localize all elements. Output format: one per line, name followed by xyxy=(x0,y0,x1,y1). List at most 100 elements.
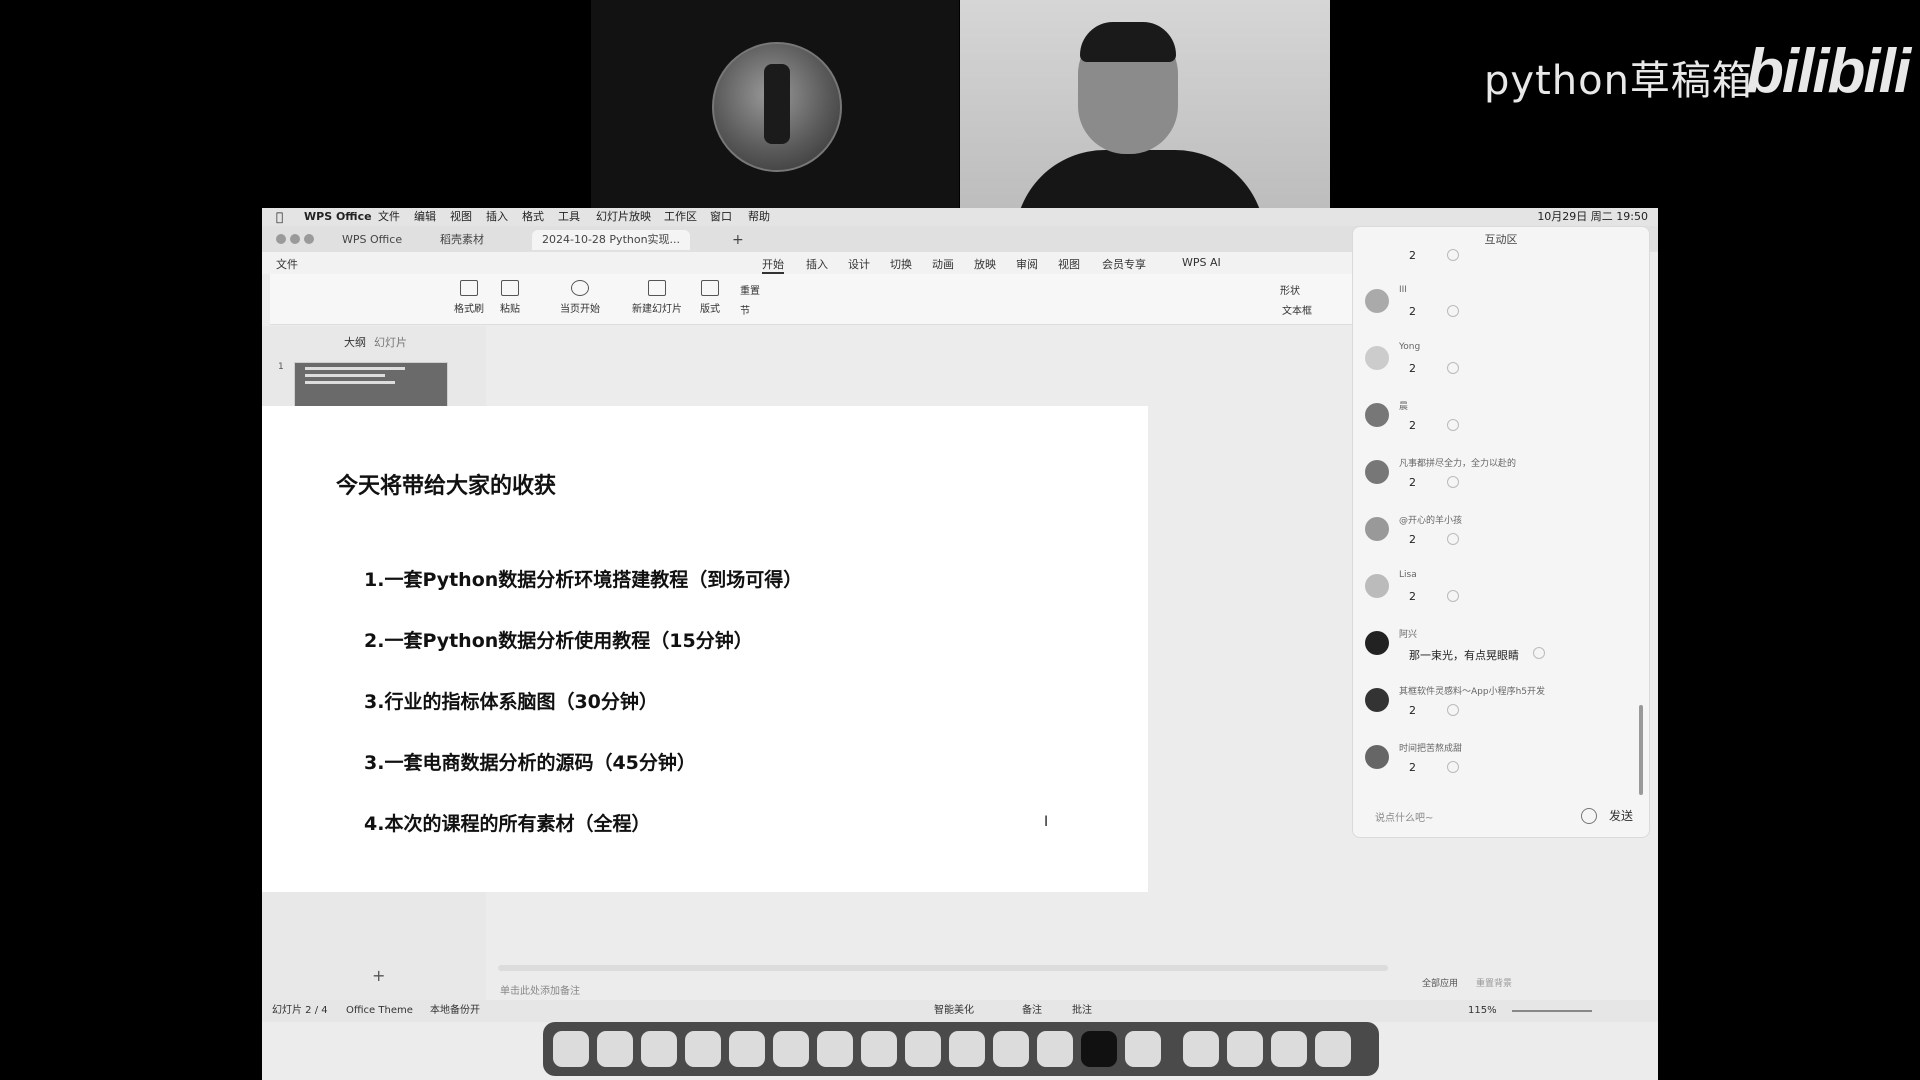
tab-view[interactable]: 视图 xyxy=(1058,256,1080,272)
apple-icon[interactable]:  xyxy=(276,208,283,226)
chat-message: 凡事都拼尽全力，全力以赴的 2 xyxy=(1365,456,1635,512)
apply-all-button[interactable]: 全部应用 xyxy=(1422,976,1458,989)
slide-bullet-5[interactable]: 4.本次的课程的所有素材（全程） xyxy=(364,809,650,836)
menu-view[interactable]: 视图 xyxy=(450,208,472,226)
menubar-app-name[interactable]: WPS Office xyxy=(304,208,372,226)
theme-name[interactable]: Office Theme xyxy=(346,1000,413,1022)
slide-bullet-4[interactable]: 3.一套电商数据分析的源码（45分钟） xyxy=(364,748,696,775)
textbox-button[interactable]: 文本框 xyxy=(1282,302,1312,317)
menu-slideshow[interactable]: 幻灯片放映 xyxy=(596,208,651,226)
notes-field[interactable]: 单击此处添加备注 xyxy=(500,982,580,997)
tab-docer[interactable]: 稻壳素材 xyxy=(430,230,494,250)
launchpad-icon[interactable] xyxy=(597,1031,633,1067)
paste-button[interactable]: 粘贴 xyxy=(500,280,520,315)
tab-animation[interactable]: 动画 xyxy=(932,256,954,272)
emoji-icon[interactable] xyxy=(1447,419,1459,431)
terminal-icon[interactable] xyxy=(1081,1031,1117,1067)
slide-canvas[interactable]: 今天将带给大家的收获 1.一套Python数据分析环境搭建教程（到场可得） 2.… xyxy=(262,406,1148,892)
ribbon-toolbar: 格式刷 粘贴 当页开始 新建幻灯片 版式 节 重置 形状 文本框 xyxy=(270,274,1356,325)
avatar xyxy=(1365,688,1389,712)
emoji-icon[interactable] xyxy=(1447,590,1459,602)
vscode-icon[interactable] xyxy=(1037,1031,1073,1067)
file-menu-button[interactable]: 文件 xyxy=(276,256,298,272)
chat-message: 时间把苦熬成甜 2 xyxy=(1365,741,1635,797)
tab-slideshow[interactable]: 放映 xyxy=(974,256,996,272)
chat-scrollbar[interactable] xyxy=(1639,705,1643,795)
menu-window[interactable]: 窗口 xyxy=(710,208,732,226)
menu-edit[interactable]: 编辑 xyxy=(414,208,436,226)
document-icon[interactable] xyxy=(1183,1031,1219,1067)
notes-toggle[interactable]: 备注 xyxy=(1022,1000,1042,1022)
tab-insert[interactable]: 插入 xyxy=(806,256,828,272)
zoom-level[interactable]: 115% xyxy=(1468,1000,1497,1022)
app-icon[interactable] xyxy=(949,1031,985,1067)
tab-document[interactable]: 2024-10-28 Python实现... xyxy=(532,230,691,250)
macos-dock xyxy=(543,1022,1379,1076)
qq-icon[interactable] xyxy=(773,1031,809,1067)
safari-icon[interactable] xyxy=(641,1031,677,1067)
add-slide-icon[interactable]: + xyxy=(372,966,385,985)
emoji-icon[interactable] xyxy=(1447,476,1459,488)
wechat-icon[interactable] xyxy=(729,1031,765,1067)
emoji-icon[interactable] xyxy=(1447,533,1459,545)
format-painter-button[interactable]: 格式刷 xyxy=(454,280,484,315)
slide-title[interactable]: 今天将带给大家的收获 xyxy=(336,468,556,500)
folder-icon[interactable] xyxy=(1227,1031,1263,1067)
send-button[interactable]: 发送 xyxy=(1609,807,1633,824)
menubar-clock[interactable]: 10月29日 周二 19:50 xyxy=(1537,208,1648,226)
smart-beautify-button[interactable]: 智能美化 xyxy=(934,1000,974,1022)
horizontal-scrollbar[interactable] xyxy=(498,965,1388,971)
finder-icon[interactable] xyxy=(553,1031,589,1067)
reset-button[interactable]: 重置 xyxy=(740,282,760,297)
emoji-icon[interactable] xyxy=(1447,249,1459,261)
macos-menubar:  WPS Office 文件 编辑 视图 插入 格式 工具 幻灯片放映 工作区… xyxy=(262,208,1658,226)
zoom-slider[interactable] xyxy=(1512,1010,1592,1012)
emoji-icon[interactable] xyxy=(1447,761,1459,773)
tab-design[interactable]: 设计 xyxy=(848,256,870,272)
chat-input[interactable]: 说点什么吧~ xyxy=(1375,809,1433,824)
reset-background-button[interactable]: 重置背景 xyxy=(1476,976,1512,989)
new-slide-button[interactable]: 新建幻灯片 xyxy=(632,280,682,315)
slide-bullet-2[interactable]: 2.一套Python数据分析使用教程（15分钟） xyxy=(364,626,753,653)
tab-review[interactable]: 审阅 xyxy=(1016,256,1038,272)
menu-workspace[interactable]: 工作区 xyxy=(664,208,697,226)
messages-icon[interactable] xyxy=(685,1031,721,1067)
slide-bullet-3[interactable]: 3.行业的指标体系脑图（30分钟） xyxy=(364,687,658,714)
layout-button[interactable]: 版式 xyxy=(700,280,720,315)
chat-message: 晨2 xyxy=(1365,399,1635,455)
comments-toggle[interactable]: 批注 xyxy=(1072,1000,1092,1022)
tab-wps-office[interactable]: WPS Office xyxy=(332,230,412,250)
slide-bullet-1[interactable]: 1.一套Python数据分析环境搭建教程（到场可得） xyxy=(364,565,802,592)
app-icon[interactable] xyxy=(905,1031,941,1067)
backup-status[interactable]: 本地备份开 xyxy=(430,1000,480,1022)
menu-file[interactable]: 文件 xyxy=(378,208,400,226)
emoji-icon[interactable] xyxy=(1447,305,1459,317)
screen-icon[interactable] xyxy=(1271,1031,1307,1067)
app-icon[interactable] xyxy=(861,1031,897,1067)
emoji-icon[interactable] xyxy=(1447,704,1459,716)
menu-tools[interactable]: 工具 xyxy=(558,208,580,226)
app-icon[interactable] xyxy=(993,1031,1029,1067)
tab-wps-ai[interactable]: WPS AI xyxy=(1182,256,1221,269)
tab-home[interactable]: 开始 xyxy=(762,256,784,274)
chat-message: @开心的羊小孩 2 xyxy=(1365,513,1635,569)
menu-insert[interactable]: 插入 xyxy=(486,208,508,226)
wps-icon[interactable] xyxy=(817,1031,853,1067)
outline-tab[interactable]: 大纲 xyxy=(344,334,366,350)
window-controls[interactable] xyxy=(276,234,318,247)
tab-member[interactable]: 会员专享 xyxy=(1102,256,1146,272)
emoji-icon[interactable] xyxy=(1447,362,1459,374)
shape-button[interactable]: 形状 xyxy=(1280,282,1300,297)
tab-transition[interactable]: 切换 xyxy=(890,256,912,272)
section-button[interactable]: 节 xyxy=(740,302,750,317)
trash-icon[interactable] xyxy=(1315,1031,1351,1067)
new-tab-icon[interactable]: + xyxy=(722,230,754,250)
emoji-picker-icon[interactable] xyxy=(1581,808,1597,824)
webcam-presenter-feed xyxy=(960,0,1330,208)
slides-tab[interactable]: 幻灯片 xyxy=(374,334,407,350)
app-icon[interactable] xyxy=(1125,1031,1161,1067)
play-current-button[interactable]: 当页开始 xyxy=(560,280,600,315)
menu-format[interactable]: 格式 xyxy=(522,208,544,226)
menu-help[interactable]: 帮助 xyxy=(748,208,770,226)
emoji-icon[interactable] xyxy=(1533,647,1545,659)
